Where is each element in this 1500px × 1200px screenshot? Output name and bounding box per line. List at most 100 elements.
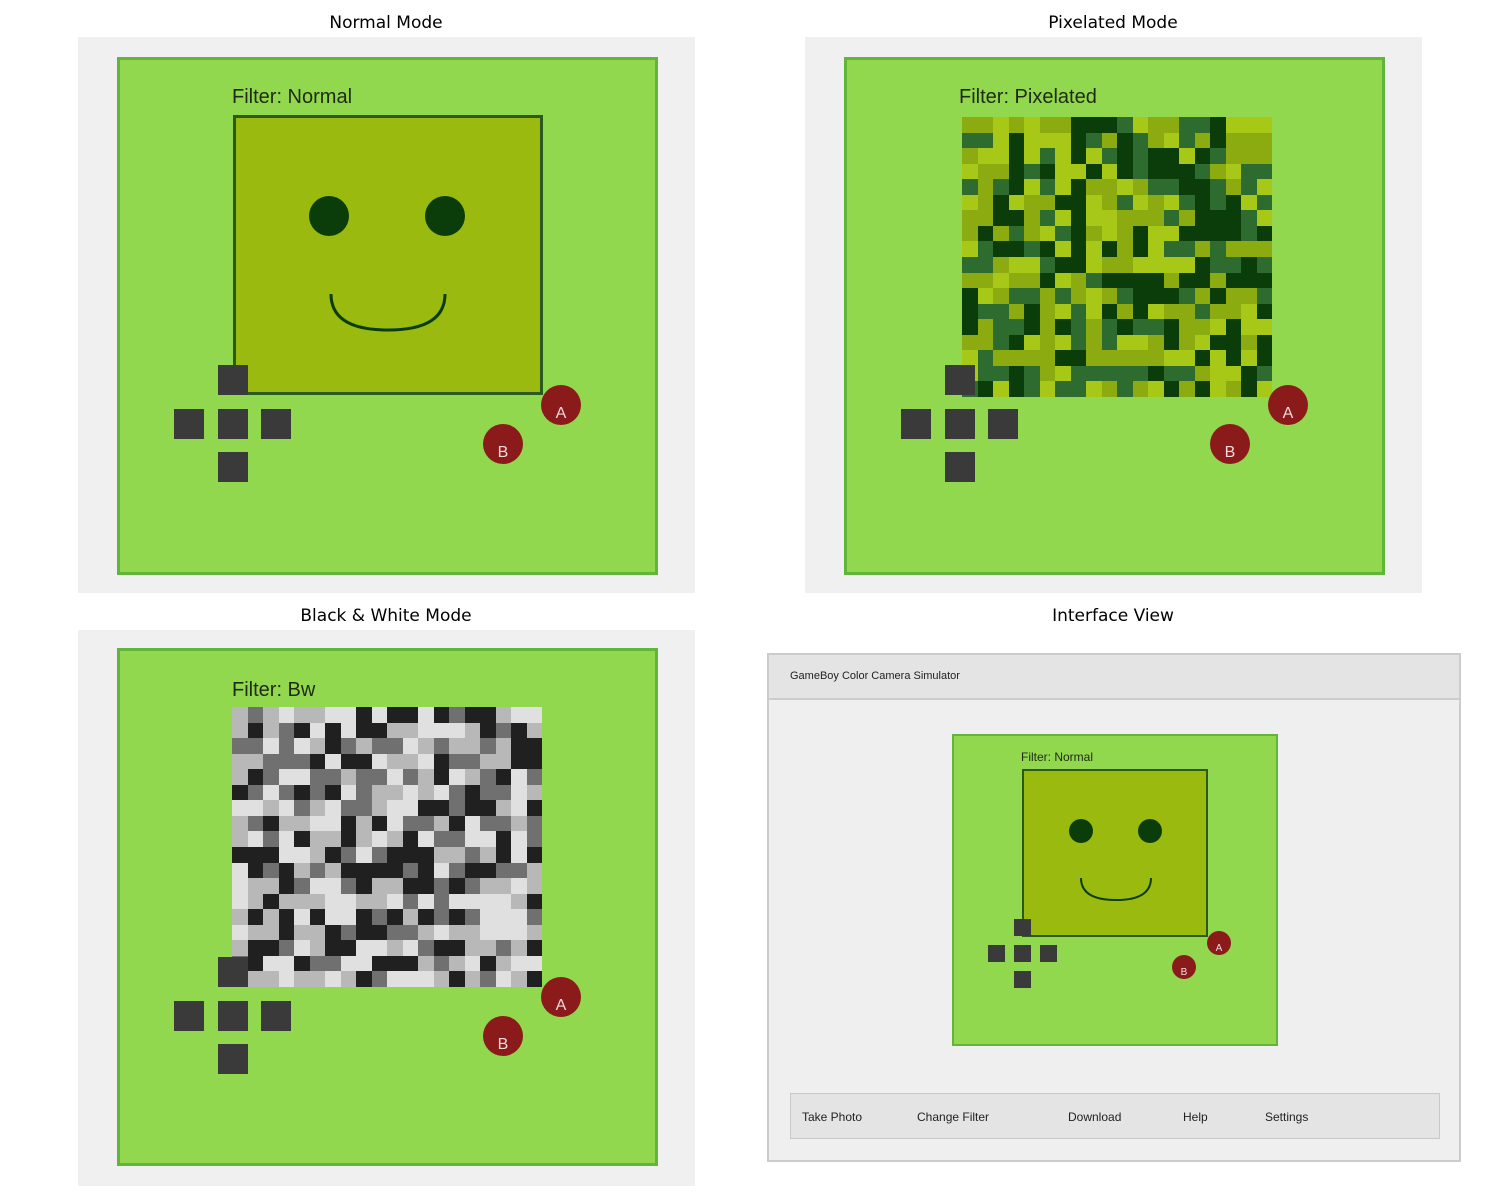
screen-pixel [402, 893, 418, 910]
dpad-right[interactable] [261, 409, 291, 439]
screen-pixel [232, 707, 248, 723]
menu-download[interactable]: Download [1068, 1110, 1121, 1124]
screen-pixel [309, 924, 325, 941]
screen-pixel [495, 707, 511, 723]
dpad-left[interactable] [174, 409, 204, 439]
dpad-left[interactable] [901, 409, 931, 439]
screen-pixel [480, 815, 496, 832]
screen-pixel [962, 179, 978, 195]
screen-pixel [993, 365, 1009, 382]
menu-change-filter[interactable]: Change Filter [917, 1110, 989, 1124]
dpad-center[interactable] [1014, 945, 1031, 962]
dpad-down[interactable] [218, 1044, 248, 1074]
a-button[interactable]: A [541, 977, 581, 1017]
dpad-up[interactable] [1014, 919, 1031, 936]
menu-settings[interactable]: Settings [1265, 1110, 1308, 1124]
screen-pixel [325, 831, 341, 847]
screen-pixel [1210, 365, 1226, 382]
screen-pixel [402, 815, 418, 832]
b-button[interactable]: B [1210, 424, 1250, 464]
dpad-right[interactable] [988, 409, 1018, 439]
dpad-up[interactable] [218, 365, 248, 395]
screen-pixel [1101, 381, 1117, 397]
screen-pixel [1070, 319, 1086, 335]
screen-pixel [309, 800, 325, 816]
screen-pixel [387, 738, 403, 754]
screen-pixel [1039, 225, 1055, 242]
screen-pixel [1210, 241, 1226, 257]
screen-pixel [1256, 210, 1272, 226]
screen-pixel [1194, 334, 1210, 351]
screen-pixel [371, 815, 387, 832]
dpad-up[interactable] [945, 365, 975, 395]
screen-pixel [1117, 365, 1133, 382]
screen-pixel [1241, 163, 1257, 180]
screen-pixel [325, 815, 341, 832]
screen-pixel [480, 940, 496, 956]
dpad-left[interactable] [174, 1001, 204, 1031]
screen-pixel [433, 940, 449, 956]
screen-pixel [1132, 334, 1148, 351]
dpad-right[interactable] [1040, 945, 1057, 962]
screen-pixel [1210, 272, 1226, 289]
dpad-down[interactable] [218, 452, 248, 482]
screen-pixel [263, 940, 279, 956]
screen-pixel [387, 971, 403, 987]
screen-pixel [1086, 319, 1102, 335]
screen-pixel [1163, 117, 1179, 133]
screen-pixel [495, 909, 511, 925]
a-button[interactable]: A [1207, 931, 1231, 955]
dpad-center[interactable] [945, 409, 975, 439]
screen-pixel [263, 800, 279, 816]
dpad-down[interactable] [945, 452, 975, 482]
screen-pixel [977, 272, 993, 289]
dpad-down[interactable] [1014, 971, 1031, 988]
dpad-up[interactable] [218, 957, 248, 987]
screen-pixel [1256, 272, 1272, 289]
screen-pixel [232, 846, 248, 863]
screen-pixel [1241, 288, 1257, 304]
menu-take-photo[interactable]: Take Photo [802, 1110, 862, 1124]
screen-pixel [325, 738, 341, 754]
screen-pixel [418, 909, 434, 925]
screen-pixel [1241, 319, 1257, 335]
b-button[interactable]: B [483, 424, 523, 464]
screen-pixel [1163, 241, 1179, 257]
screen-pixel [495, 753, 511, 770]
screen-pixel [495, 846, 511, 863]
a-button[interactable]: A [1268, 385, 1308, 425]
dpad-center[interactable] [218, 1001, 248, 1031]
screen-pixel [993, 210, 1009, 226]
dpad-center[interactable] [218, 409, 248, 439]
screen-pixel [495, 862, 511, 879]
screen-pixel [371, 707, 387, 723]
a-button[interactable]: A [541, 385, 581, 425]
b-button[interactable]: B [483, 1016, 523, 1056]
screen-pixel [294, 924, 310, 941]
screen-pixel [278, 909, 294, 925]
screen-pixel [294, 722, 310, 739]
screen-pixel [1024, 163, 1040, 180]
screen-pixel [1008, 381, 1024, 397]
dpad-right[interactable] [261, 1001, 291, 1031]
screen-pixel [1194, 272, 1210, 289]
screen-pixel [294, 738, 310, 754]
screen-pixel [1179, 319, 1195, 335]
screen-pixel [309, 971, 325, 987]
screen-pixel [433, 769, 449, 785]
screen-pixel [418, 831, 434, 847]
screen-pixel [325, 707, 341, 723]
screen-pixel [1194, 365, 1210, 382]
screen-pixel [418, 722, 434, 739]
screen-pixel [1117, 117, 1133, 133]
pixelated-screen [962, 117, 1272, 397]
screen-pixel [340, 971, 356, 987]
screen-pixel [371, 971, 387, 987]
screen-pixel [993, 288, 1009, 304]
screen-pixel [1179, 148, 1195, 164]
b-button[interactable]: B [1172, 955, 1196, 979]
screen-pixel [1256, 225, 1272, 242]
screen-pixel [433, 722, 449, 739]
menu-help[interactable]: Help [1183, 1110, 1208, 1124]
dpad-left[interactable] [988, 945, 1005, 962]
